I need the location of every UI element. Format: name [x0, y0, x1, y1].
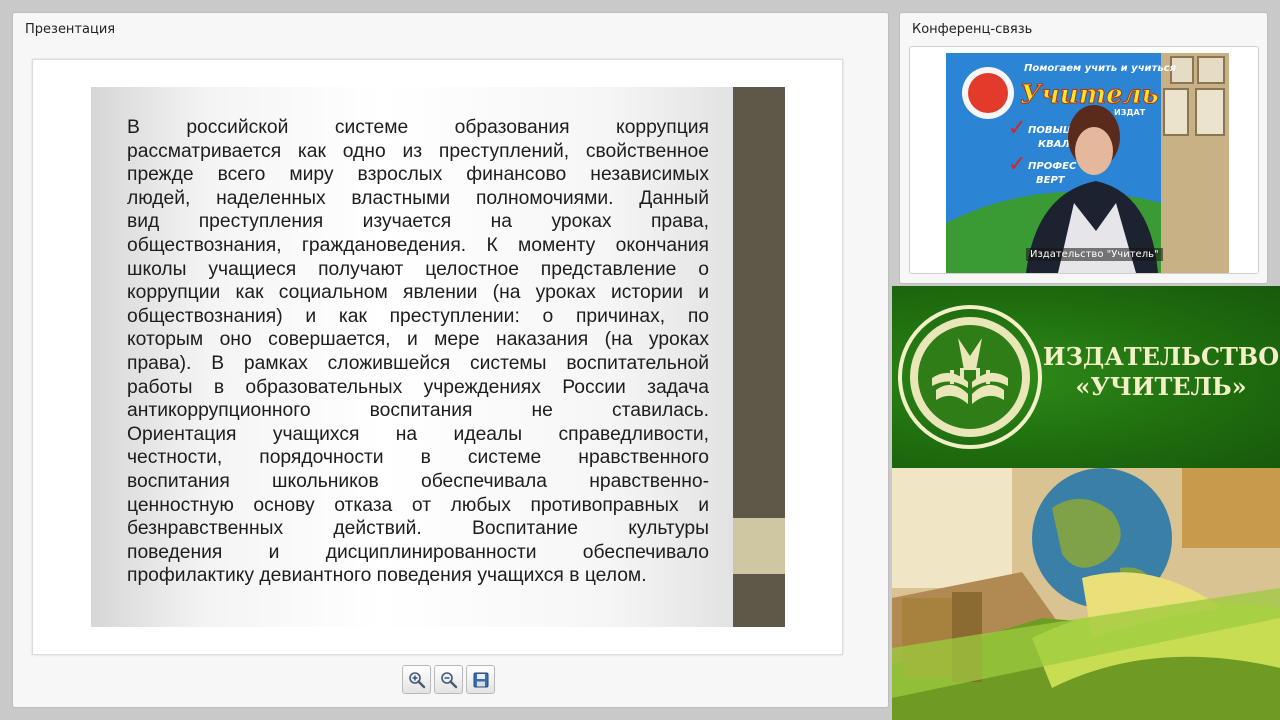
video-caption: Издательство "Учитель" [1026, 248, 1163, 261]
check-mark-icon: ✓ [1008, 152, 1026, 177]
video-backdrop-text: ПРОФЕС [1028, 161, 1077, 172]
video-backdrop-slogan: Помогаем учить и учиться [1024, 63, 1177, 74]
zoom-out-icon [440, 671, 457, 688]
conference-panel: Конференц-связь Помогаем учить и учиться… [899, 12, 1268, 284]
video-backdrop-text: ВЕРТ [1036, 175, 1066, 186]
save-icon [473, 672, 488, 687]
video-backdrop-text: КВАЛ [1038, 139, 1071, 150]
slide-toolbar [402, 665, 495, 694]
slide-line: обществознания) и как преступлении: о пр… [127, 305, 709, 327]
slide-line: В российской системе образования коррупц… [127, 117, 709, 138]
save-button[interactable] [466, 665, 495, 694]
zoom-out-button[interactable] [434, 665, 463, 694]
slide-line: воспитания школьников обеспечивала нравс… [127, 470, 709, 492]
slide-text: В российской системе образования коррупц… [127, 116, 709, 588]
slide-line: которым оно совершается, и мере наказани… [127, 329, 709, 351]
presentation-panel: Презентация В российской системе образов… [12, 12, 889, 708]
slide-line: рассматривается как одно из преступлений… [127, 140, 709, 162]
slide-line: прежде всего миру взрослых финансово нез… [127, 164, 709, 186]
video-scene: Помогаем учить и учиться Учитель ИЗДАТ ✓… [946, 53, 1229, 273]
slide-line: профилактику девиантного поведения учащи… [127, 565, 647, 587]
video-frame: Помогаем учить и учиться Учитель ИЗДАТ ✓… [909, 46, 1259, 274]
video-backdrop-logo: Учитель [1020, 80, 1159, 110]
books-globe-image [892, 468, 1280, 720]
slide-line: антикоррупционного воспитания не ставила… [127, 400, 709, 422]
webcam-video[interactable]: Помогаем учить и учиться Учитель ИЗДАТ ✓… [946, 53, 1229, 273]
books-globe-illustration [892, 468, 1280, 720]
slide-line: коррупции как социальном явлении (на уро… [127, 282, 709, 304]
slide-line: безнравственных действий. Воспитание кул… [127, 518, 709, 540]
slide-line: вид преступления изучается на уроках пра… [127, 211, 709, 233]
presentation-title: Презентация [25, 22, 116, 37]
slide-line: школы учащиеся получают целостное предст… [127, 258, 709, 280]
conference-title: Конференц-связь [912, 22, 1033, 37]
check-mark-icon: ✓ [1008, 116, 1026, 141]
slide-side-bar-accent [733, 518, 785, 574]
slide-line: обществознания, граждановедения. К момен… [127, 234, 709, 256]
zoom-in-icon [408, 671, 425, 688]
zoom-in-button[interactable] [402, 665, 431, 694]
slide-line: работы в образовательных учреждениях Рос… [127, 376, 709, 398]
publisher-name-line1: ИЗДАТЕЛЬСТВО [1042, 342, 1280, 371]
slide-line: права). В рамках сложившейся системы вос… [127, 352, 709, 374]
publisher-name: ИЗДАТЕЛЬСТВО «УЧИТЕЛЬ» [1042, 342, 1280, 402]
slide-viewer[interactable]: В российской системе образования коррупц… [32, 59, 843, 655]
publisher-banner: ИЗДАТЕЛЬСТВО «УЧИТЕЛЬ» [892, 286, 1280, 468]
slide-line: поведения и дисциплинированности обеспеч… [127, 541, 709, 563]
slide-line: честности, порядочности в системе нравст… [127, 447, 709, 469]
slide-line: ценностную основу отказа от любых против… [127, 494, 709, 516]
publisher-logo-icon [898, 305, 1042, 449]
publisher-name-line2: «УЧИТЕЛЬ» [1075, 372, 1247, 401]
slide-line: людей, наделенных властными полномочиями… [127, 187, 709, 209]
video-backdrop-text: ИЗДАТ [1114, 108, 1146, 117]
slide-line: Ориентация учащихся на идеалы справедлив… [127, 423, 709, 445]
